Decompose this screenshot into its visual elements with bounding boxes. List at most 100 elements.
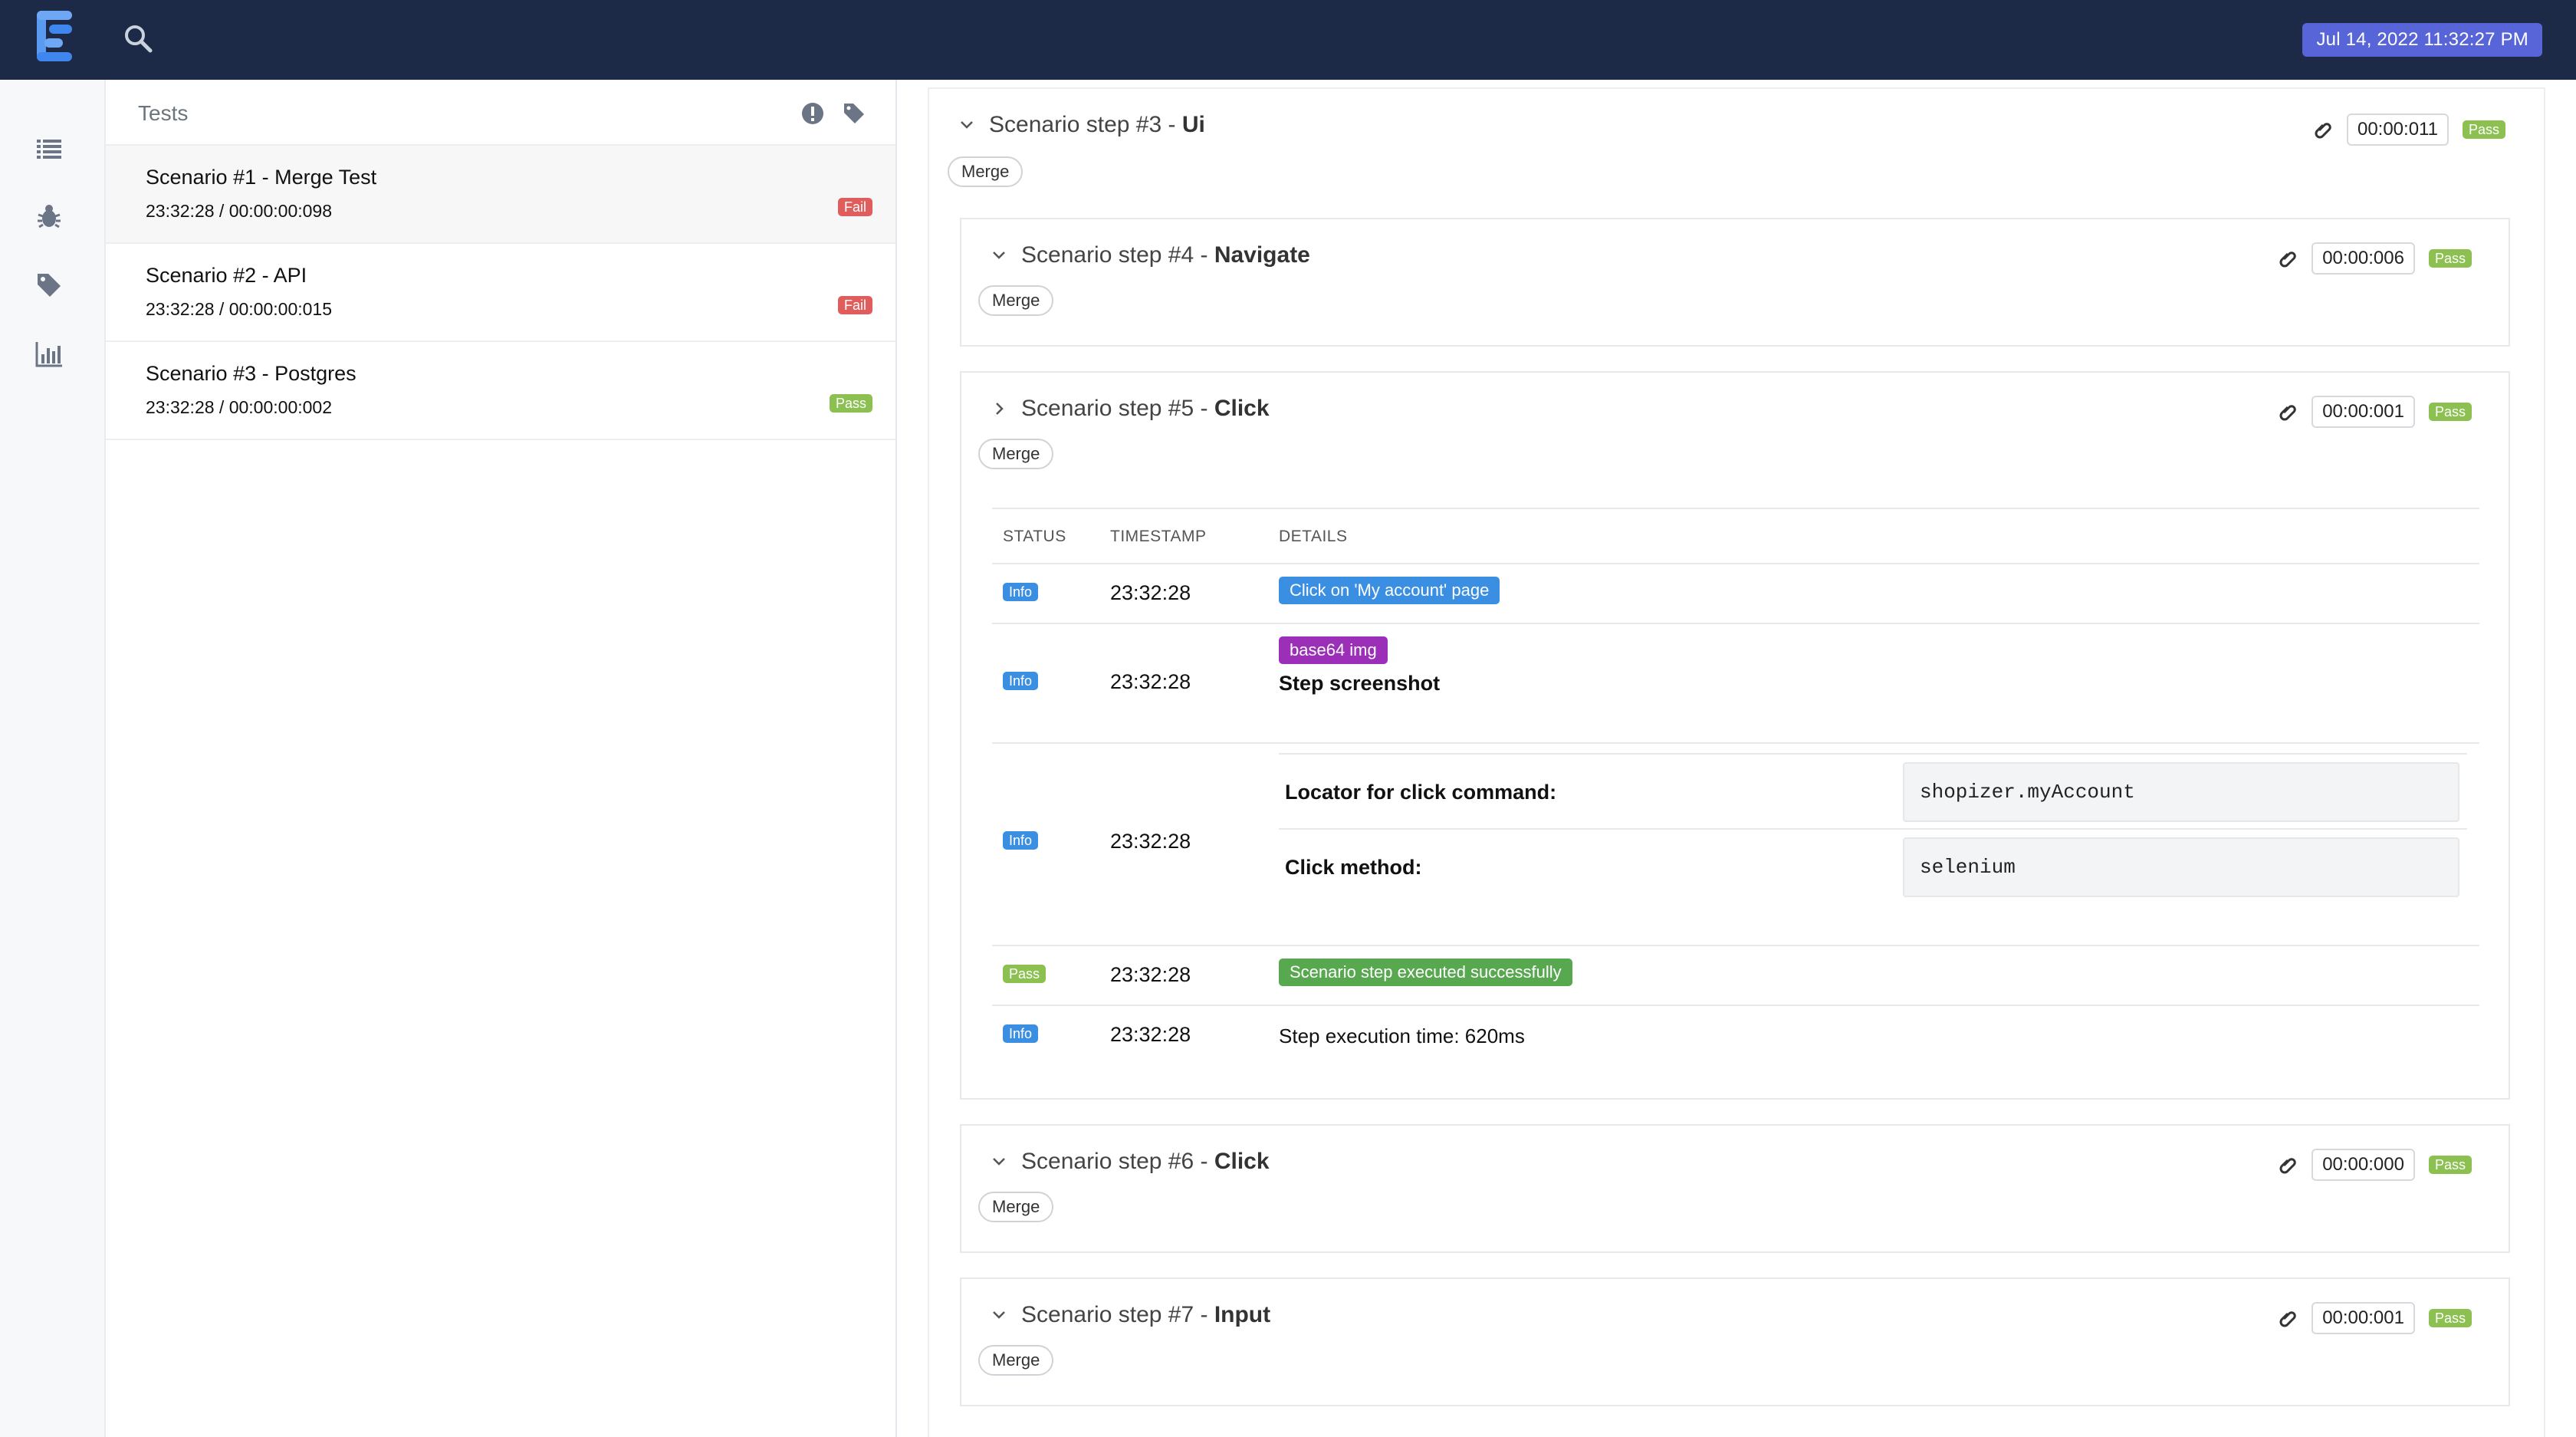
- details-column-header: DETAILS: [1279, 528, 1348, 545]
- locator-value: shopizer.myAccount: [1903, 762, 2459, 822]
- tests-pane: Tests Scenario #1 - Merge Test 23:32:28 …: [106, 80, 897, 1437]
- duration-box: 00:00:006: [2312, 242, 2415, 275]
- duration-box: 00:00:001: [2312, 1302, 2415, 1334]
- log-detail-badge: Scenario step executed successfully: [1279, 959, 1572, 986]
- step-3-header[interactable]: Scenario step #3 - Ui: [958, 112, 1205, 138]
- log-timestamp: 23:32:28: [1110, 963, 1191, 986]
- merge-tag[interactable]: Merge: [978, 1345, 1054, 1376]
- inner-row: Locator for click command: shopizer.myAc…: [1279, 753, 2467, 830]
- log-row: Info 23:32:28 Click on 'My account' page: [992, 563, 2479, 623]
- log-timestamp: 23:32:28: [1110, 830, 1191, 853]
- step-3-meta: 00:00:011 Pass: [2313, 113, 2505, 146]
- paperclip-icon[interactable]: [2313, 120, 2333, 140]
- tests-pane-title: Tests: [138, 101, 189, 125]
- chevron-down-icon[interactable]: [991, 247, 1007, 264]
- step-7-header[interactable]: Scenario step #7 - Input: [991, 1302, 1270, 1328]
- chevron-right-icon[interactable]: [991, 400, 1007, 417]
- merge-tag[interactable]: Merge: [948, 156, 1024, 187]
- click-method-value: selenium: [1903, 837, 2459, 897]
- app-logo[interactable]: [37, 11, 75, 61]
- step-7-meta: 00:00:001 Pass: [2278, 1302, 2472, 1334]
- log-table-header: STATUS TIMESTAMP DETAILS: [992, 508, 2479, 563]
- base64-img-badge[interactable]: base64 img: [1279, 636, 1388, 664]
- detail-inner-table: Locator for click command: shopizer.myAc…: [1279, 753, 2467, 906]
- log-table: STATUS TIMESTAMP DETAILS Info 23:32:28 C…: [992, 508, 2479, 1064]
- paperclip-icon[interactable]: [2278, 1155, 2298, 1175]
- status-badge: Info: [1003, 1024, 1039, 1043]
- step-5-card: Scenario step #5 - Click 00:00:001 Pass …: [960, 371, 2510, 1100]
- search-icon[interactable]: [123, 23, 153, 54]
- test-meta: 23:32:28 / 00:00:00:002: [146, 397, 332, 417]
- log-detail-text: Step execution time: 620ms: [1279, 1024, 1525, 1047]
- tag-filter-icon[interactable]: [842, 101, 866, 126]
- status-badge: Pass: [2428, 249, 2472, 268]
- test-name: Scenario #1 - Merge Test: [146, 166, 377, 189]
- log-timestamp: 23:32:28: [1110, 1023, 1191, 1046]
- test-meta: 23:32:28 / 00:00:00:015: [146, 299, 332, 319]
- duration-box: 00:00:011: [2346, 113, 2449, 146]
- bar-chart-icon[interactable]: [34, 339, 64, 370]
- merge-tag[interactable]: Merge: [978, 439, 1054, 469]
- test-meta: 23:32:28 / 00:00:00:098: [146, 201, 332, 221]
- merge-tag[interactable]: Merge: [978, 1192, 1054, 1222]
- log-row: Pass 23:32:28 Scenario step executed suc…: [992, 945, 2479, 1005]
- status-badge: Info: [1003, 583, 1039, 601]
- status-badge: Pass: [829, 394, 872, 413]
- status-badge: Info: [1003, 672, 1039, 690]
- list-icon[interactable]: [34, 133, 64, 164]
- bug-icon[interactable]: [34, 201, 64, 232]
- status-badge: Pass: [2428, 1309, 2472, 1327]
- step-7-card: Scenario step #7 - Input 00:00:001 Pass …: [960, 1278, 2510, 1406]
- step-5-meta: 00:00:001 Pass: [2278, 396, 2472, 428]
- status-badge: Fail: [837, 296, 872, 314]
- test-detail-pane: Scenario step #3 - Ui 00:00:011 Pass Mer…: [899, 80, 2576, 1437]
- duration-box: 00:00:001: [2312, 396, 2415, 428]
- test-item[interactable]: Scenario #2 - API 23:32:28 / 00:00:00:01…: [106, 244, 895, 342]
- step-title: Scenario step #6 - Click: [1021, 1149, 1270, 1174]
- log-detail-text: Step screenshot: [1279, 672, 1441, 695]
- log-timestamp: 23:32:28: [1110, 670, 1191, 693]
- step-4-meta: 00:00:006 Pass: [2278, 242, 2472, 275]
- paperclip-icon[interactable]: [2278, 1308, 2298, 1328]
- chevron-down-icon[interactable]: [958, 117, 975, 133]
- status-column-header: STATUS: [1003, 528, 1066, 545]
- test-item[interactable]: Scenario #1 - Merge Test 23:32:28 / 00:0…: [106, 146, 895, 244]
- left-nav: [0, 80, 106, 1437]
- inner-row: Click method: selenium: [1279, 830, 2467, 906]
- test-item[interactable]: Scenario #3 - Postgres 23:32:28 / 00:00:…: [106, 342, 895, 440]
- test-name: Scenario #3 - Postgres: [146, 362, 356, 385]
- status-badge: Pass: [2428, 403, 2472, 421]
- paperclip-icon[interactable]: [2278, 248, 2298, 268]
- report-date-badge: Jul 14, 2022 11:32:27 PM: [2302, 23, 2542, 57]
- step-6-header[interactable]: Scenario step #6 - Click: [991, 1149, 1270, 1175]
- step-title: Scenario step #3 - Ui: [989, 112, 1205, 137]
- status-badge: Pass: [2462, 120, 2505, 139]
- log-detail-badge: Click on 'My account' page: [1279, 577, 1500, 604]
- step-title: Scenario step #4 - Navigate: [1021, 242, 1310, 268]
- step-4-card: Scenario step #4 - Navigate 00:00:006 Pa…: [960, 218, 2510, 347]
- timestamp-column-header: TIMESTAMP: [1110, 528, 1207, 545]
- status-badge: Pass: [1003, 965, 1046, 983]
- merge-tag[interactable]: Merge: [978, 285, 1054, 316]
- status-badge: Pass: [2428, 1156, 2472, 1174]
- log-row: Info 23:32:28 base64 img Step screenshot: [992, 623, 2479, 742]
- duration-box: 00:00:000: [2312, 1149, 2415, 1181]
- log-row: Info 23:32:28 Locator for click command:…: [992, 742, 2479, 945]
- step-5-header[interactable]: Scenario step #5 - Click: [991, 396, 1270, 422]
- step-title: Scenario step #5 - Click: [1021, 396, 1270, 421]
- tests-pane-header: Tests: [106, 80, 895, 146]
- test-name: Scenario #2 - API: [146, 264, 307, 287]
- click-method-label: Click method:: [1285, 856, 1422, 879]
- exclamation-filter-icon[interactable]: [800, 101, 825, 126]
- paperclip-icon[interactable]: [2278, 402, 2298, 422]
- chevron-down-icon[interactable]: [991, 1153, 1007, 1170]
- status-badge: Info: [1003, 831, 1039, 850]
- step-4-header[interactable]: Scenario step #4 - Navigate: [991, 242, 1310, 268]
- step-title: Scenario step #7 - Input: [1021, 1302, 1271, 1327]
- locator-label: Locator for click command:: [1285, 781, 1557, 804]
- chevron-down-icon[interactable]: [991, 1307, 1007, 1324]
- tag-icon[interactable]: [34, 270, 64, 301]
- step-6-card: Scenario step #6 - Click 00:00:000 Pass …: [960, 1124, 2510, 1253]
- status-badge: Fail: [837, 198, 872, 216]
- top-bar: Jul 14, 2022 11:32:27 PM: [0, 0, 2576, 80]
